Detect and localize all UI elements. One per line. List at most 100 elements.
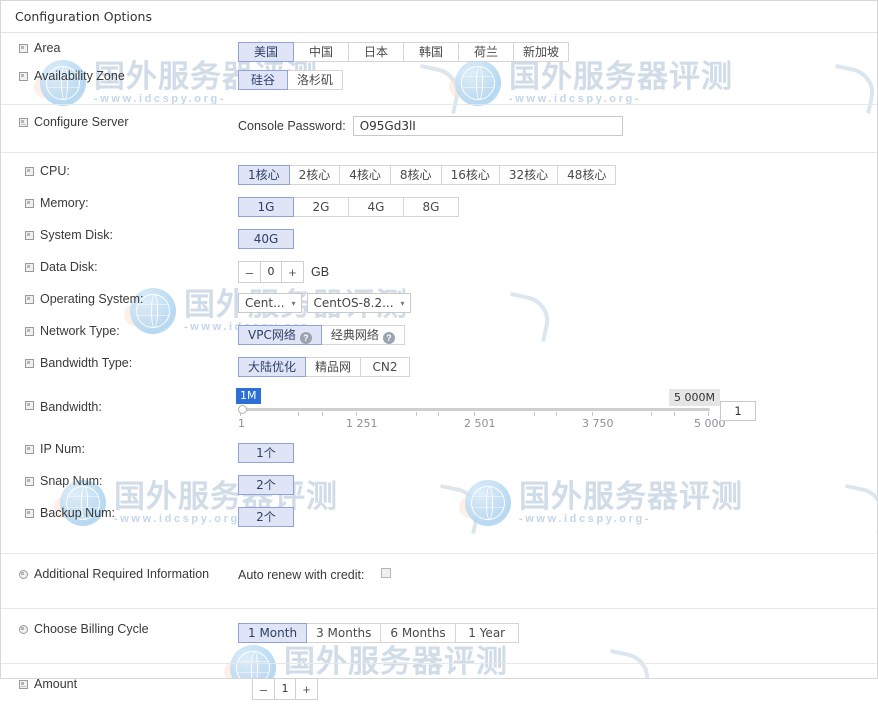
bullet-icon [25, 262, 34, 272]
auto-renew-control: Auto renew with credit: [238, 568, 877, 582]
memory-option-1[interactable]: 2G [293, 197, 349, 217]
data-disk-decrement-button[interactable]: – [238, 261, 261, 283]
slider-track[interactable] [240, 408, 710, 411]
zone-option-1[interactable]: 洛杉矶 [287, 70, 344, 90]
cpu-option-1[interactable]: 2核心 [288, 165, 341, 185]
label-area: Area [34, 41, 61, 55]
area-option-0[interactable]: 美国 [238, 42, 294, 62]
cpu-option-2[interactable]: 4核心 [339, 165, 391, 185]
label-network-type-wrap: Network Type: [1, 325, 238, 338]
row-system-disk: System Disk: 40G [1, 229, 877, 261]
label-memory: Memory: [40, 196, 89, 210]
snap-num-option-group: 2个 [238, 475, 294, 495]
os-version-value: CentOS-8.2... [313, 296, 394, 310]
label-additional-wrap: Additional Required Information [1, 568, 238, 581]
backup-num-option-group: 2个 [238, 507, 294, 527]
label-ip-num: IP Num: [40, 442, 85, 456]
row-amount: Amount – 1 + [1, 678, 877, 702]
memory-option-0[interactable]: 1G [238, 197, 294, 217]
ip-num-option-0[interactable]: 1个 [238, 443, 294, 463]
bullet-icon [25, 230, 34, 240]
zone-option-0[interactable]: 硅谷 [238, 70, 288, 90]
billing-cycle-option-3[interactable]: 1 Year [454, 623, 519, 643]
label-backup-num: Backup Num: [40, 506, 116, 520]
snap-num-option-0[interactable]: 2个 [238, 475, 294, 495]
network-type-option-0[interactable]: VPC网络? [238, 325, 322, 345]
bandwidth-slider[interactable]: 1M 5 000M 1 1 251 2 501 3 750 5 000 1 [236, 388, 756, 433]
slider-tick-label-3: 3 750 [582, 417, 614, 430]
cpu-option-3[interactable]: 8核心 [389, 165, 442, 185]
row-operating-system: Operating System: Cent... ▾ CentOS-8.2..… [1, 293, 877, 325]
area-option-2[interactable]: 日本 [348, 42, 404, 62]
row-configure-server: Configure Server Console Password: [1, 116, 877, 140]
row-snap-num: Snap Num: 2个 [1, 475, 877, 507]
memory-option-3[interactable]: 8G [403, 197, 459, 217]
network-type-option-1[interactable]: 经典网络? [320, 325, 405, 345]
data-disk-increment-button[interactable]: + [281, 261, 304, 283]
amount-increment-button[interactable]: + [295, 678, 318, 700]
bandwidth-max-tooltip: 5 000M [669, 389, 720, 406]
zone-options: 硅谷 洛杉矶 [238, 70, 877, 90]
os-family-select[interactable]: Cent... ▾ [238, 293, 302, 313]
label-system-disk-wrap: System Disk: [1, 229, 238, 242]
ip-num-options: 1个 [238, 443, 877, 463]
slider-tick-label-2: 2 501 [464, 417, 496, 430]
section-region: Area 美国 中国 日本 韩国 荷兰 新加坡 Availability Zon… [1, 33, 877, 105]
cpu-option-group: 1核心 2核心 4核心 8核心 16核心 32核心 48核心 [238, 165, 617, 185]
section-additional: Additional Required Information Auto ren… [1, 554, 877, 609]
configuration-panel: Configuration Options Area 美国 中国 日本 韩国 荷… [0, 0, 878, 700]
help-icon[interactable]: ? [382, 332, 395, 344]
bullet-icon [19, 71, 28, 81]
memory-option-2[interactable]: 4G [348, 197, 404, 217]
bandwidth-type-option-2[interactable]: CN2 [360, 357, 411, 377]
billing-cycle-option-2[interactable]: 6 Months [380, 623, 456, 643]
bullet-icon [25, 476, 34, 486]
data-disk-stepper: – 0 + [238, 261, 304, 283]
bandwidth-type-option-0[interactable]: 大陆优化 [238, 357, 307, 377]
chevron-down-icon: ▾ [400, 298, 405, 308]
cpu-option-0[interactable]: 1核心 [238, 165, 290, 185]
area-option-4[interactable]: 荷兰 [458, 42, 514, 62]
amount-decrement-button[interactable]: – [252, 678, 275, 700]
snap-num-options: 2个 [238, 475, 877, 495]
billing-cycle-option-group: 1 Month 3 Months 6 Months 1 Year [238, 623, 519, 643]
memory-options: 1G 2G 4G 8G [238, 197, 877, 217]
network-type-option-1-label: 经典网络 [330, 328, 379, 342]
cpu-option-5[interactable]: 32核心 [498, 165, 559, 185]
area-option-1[interactable]: 中国 [293, 42, 349, 62]
help-icon[interactable]: ? [299, 332, 312, 344]
data-disk-value[interactable]: 0 [260, 261, 282, 283]
cpu-option-4[interactable]: 16核心 [440, 165, 500, 185]
area-option-3[interactable]: 韩国 [403, 42, 459, 62]
cpu-options: 1核心 2核心 4核心 8核心 16核心 32核心 48核心 [238, 165, 877, 185]
bullet-icon [25, 444, 34, 454]
console-password-input[interactable] [352, 116, 623, 136]
slider-tick-labels: 1 1 251 2 501 3 750 5 000 [238, 417, 726, 431]
system-disk-option-group: 40G [238, 229, 294, 249]
bandwidth-type-option-group: 大陆优化 精品网 CN2 [238, 357, 411, 377]
area-option-5[interactable]: 新加坡 [513, 42, 570, 62]
row-additional-info: Additional Required Information Auto ren… [1, 568, 877, 592]
bandwidth-type-option-1[interactable]: 精品网 [305, 357, 362, 377]
billing-cycle-option-1[interactable]: 3 Months [306, 623, 382, 643]
label-auto-renew: Auto renew with credit: [238, 568, 365, 582]
billing-cycle-option-0[interactable]: 1 Month [238, 623, 308, 643]
amount-stepper: – 1 + [252, 678, 318, 700]
system-disk-option-0[interactable]: 40G [238, 229, 294, 249]
network-type-options: VPC网络? 经典网络? [238, 325, 877, 345]
os-version-select[interactable]: CentOS-8.2... ▾ [306, 293, 411, 313]
bullet-icon [19, 624, 28, 634]
bandwidth-input[interactable]: 1 [720, 401, 756, 421]
area-option-group: 美国 中国 日本 韩国 荷兰 新加坡 [238, 42, 570, 62]
backup-num-options: 2个 [238, 507, 877, 527]
row-bandwidth: Bandwidth: 1M 5 000M 1 1 251 2 501 3 750… [1, 388, 877, 435]
amount-value[interactable]: 1 [274, 678, 296, 700]
backup-num-option-0[interactable]: 2个 [238, 507, 294, 527]
auto-renew-checkbox[interactable] [381, 568, 392, 578]
cpu-option-6[interactable]: 48核心 [557, 165, 617, 185]
label-configure-server: Configure Server [34, 115, 129, 129]
row-availability-zone: Availability Zone 硅谷 洛杉矶 [1, 70, 877, 96]
label-configure-server-wrap: Configure Server [1, 116, 238, 129]
label-console-password: Console Password: [238, 119, 346, 133]
bullet-icon [19, 679, 28, 689]
